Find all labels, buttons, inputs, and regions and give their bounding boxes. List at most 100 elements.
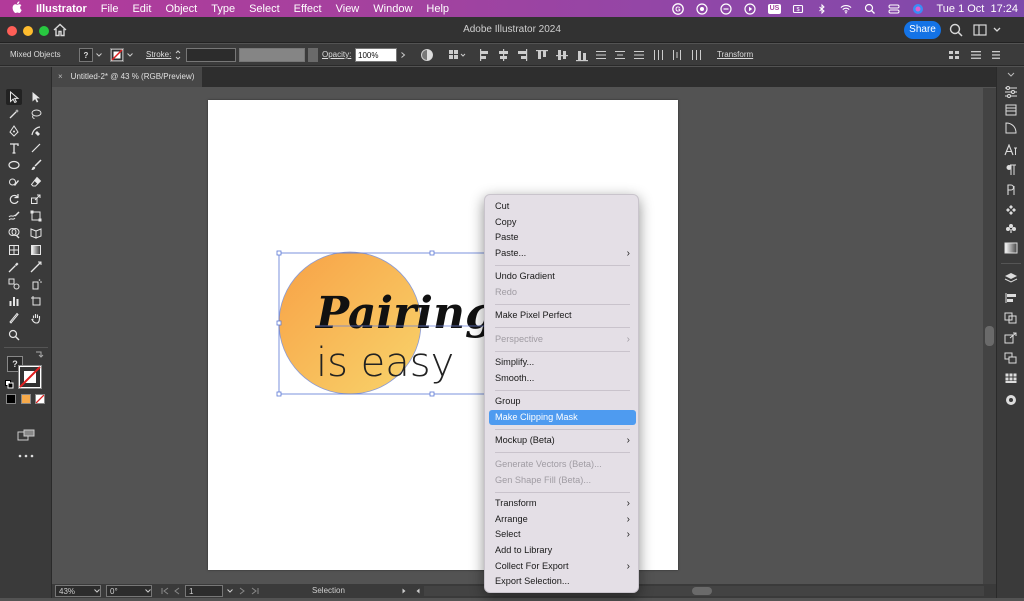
stroke-swatch[interactable] — [110, 48, 124, 62]
artwork-text-pairing[interactable]: Pairing — [314, 288, 496, 339]
rotate-tool-icon[interactable] — [6, 191, 22, 207]
variable-width-profile-field[interactable] — [239, 48, 305, 62]
close-tab-icon[interactable]: × — [58, 72, 63, 81]
mesh-tool-icon[interactable] — [6, 242, 22, 258]
magic-wand-tool-icon[interactable] — [6, 106, 22, 122]
paragraph-panel-icon[interactable] — [1003, 163, 1019, 177]
recolor-artwork-icon[interactable] — [420, 48, 434, 62]
previous-artboard-icon[interactable] — [173, 585, 181, 597]
symbols-panel-icon[interactable] — [1003, 203, 1019, 217]
control-center-icon[interactable] — [888, 3, 900, 15]
perspective-grid-tool-icon[interactable] — [28, 225, 44, 241]
panel-menu-icon[interactable] — [990, 48, 1002, 62]
shape-builder-tool-icon[interactable] — [6, 225, 22, 241]
properties-panel-icon[interactable] — [1003, 85, 1019, 99]
last-artboard-icon[interactable] — [250, 585, 260, 597]
hand-tool-icon[interactable] — [28, 310, 44, 326]
lasso-tool-icon[interactable] — [28, 106, 44, 122]
screen-record-icon[interactable] — [696, 2, 709, 15]
brushes-panel-icon[interactable] — [1003, 221, 1019, 235]
panel-options-icon[interactable] — [970, 48, 982, 62]
context-menu-export-selection[interactable]: Export Selection... — [489, 574, 636, 589]
context-menu-transform[interactable]: Transform › — [489, 496, 636, 511]
pathfinder-panel-icon[interactable] — [1003, 311, 1019, 325]
menu-effect[interactable]: Effect — [287, 3, 329, 15]
color-mode-button[interactable] — [6, 394, 16, 404]
gradient-tool-icon[interactable] — [28, 242, 44, 258]
context-menu-make-clipping-mask[interactable]: Make Clipping Mask — [489, 410, 636, 425]
current-tool-status[interactable]: Selection — [312, 585, 345, 597]
ellipse-tool-icon[interactable] — [6, 157, 22, 173]
menu-window[interactable]: Window — [366, 3, 419, 15]
stroke-weight-stepper[interactable] — [174, 48, 182, 62]
slice-tool-icon[interactable] — [6, 310, 22, 326]
artboard-tool-icon[interactable] — [28, 293, 44, 309]
opacity-menu-chevron-icon[interactable] — [399, 48, 407, 62]
asset-export-icon[interactable] — [1003, 371, 1019, 385]
appearance-panel-icon[interactable] — [1003, 393, 1019, 407]
context-menu-mockup[interactable]: Mockup (Beta) › — [489, 433, 636, 448]
context-menu-smooth[interactable]: Smooth... — [489, 371, 636, 386]
bluetooth-icon[interactable] — [816, 3, 828, 15]
context-menu-paste-submenu[interactable]: Paste... › — [489, 246, 636, 261]
spotlight-search-icon[interactable] — [864, 3, 876, 15]
selection-handle[interactable] — [276, 250, 282, 256]
wifi-icon[interactable] — [840, 3, 852, 15]
menu-select[interactable]: Select — [242, 3, 287, 15]
eyedropper-tool-icon[interactable] — [6, 259, 22, 275]
stroke-dropdown-chevron-icon[interactable] — [126, 48, 134, 62]
play-icon[interactable] — [744, 2, 757, 15]
context-menu-cut[interactable]: Cut — [489, 199, 636, 214]
blend-tool-icon[interactable] — [6, 276, 22, 292]
wallet-icon[interactable]: $ — [792, 3, 804, 15]
fill-dropdown-chevron-icon[interactable] — [95, 48, 103, 62]
document-tab[interactable]: × Untitled-2* @ 43 % (RGB/Preview) — [52, 67, 202, 87]
menubar-clock[interactable]: Tue 1 Oct 17:24 — [936, 3, 1018, 15]
swap-fill-stroke-icon[interactable] — [34, 350, 44, 360]
symbol-sprayer-tool-icon[interactable] — [28, 276, 44, 292]
context-menu-copy[interactable]: Copy — [489, 215, 636, 230]
column-graph-tool-icon[interactable] — [6, 293, 22, 309]
stroke-weight-field[interactable] — [186, 48, 236, 62]
eraser-tool-icon[interactable] — [28, 174, 44, 190]
artboards-panel-icon[interactable] — [1003, 351, 1019, 365]
context-menu-group[interactable]: Group — [489, 394, 636, 409]
dock-collapse-chevron-icon[interactable] — [1003, 71, 1019, 79]
menu-edit[interactable]: Edit — [125, 3, 158, 15]
layers-panel-icon[interactable] — [1003, 271, 1019, 285]
stop-icon[interactable] — [720, 2, 733, 15]
pen-tool-icon[interactable] — [6, 123, 22, 139]
selection-handle[interactable] — [276, 320, 282, 326]
edit-toolbar-more-icon[interactable] — [17, 451, 35, 461]
horizontal-scrollbar-thumb[interactable] — [692, 587, 712, 595]
selection-handle[interactable] — [276, 391, 282, 397]
zoom-dropdown-chevron-icon[interactable] — [93, 585, 101, 597]
next-artboard-icon[interactable] — [238, 585, 246, 597]
context-menu-select[interactable]: Select › — [489, 527, 636, 542]
isolate-group-icon[interactable] — [948, 48, 960, 62]
direct-selection-tool-icon[interactable] — [28, 89, 44, 105]
shaper-tool-icon[interactable] — [6, 174, 22, 190]
drawing-mode-icon[interactable] — [16, 428, 36, 442]
character-panel-icon[interactable] — [1003, 143, 1019, 157]
scale-tool-icon[interactable] — [28, 191, 44, 207]
stroke-color-none-swatch[interactable] — [18, 365, 42, 389]
none-mode-button[interactable] — [35, 394, 45, 404]
line-segment-tool-icon[interactable] — [28, 140, 44, 156]
arrange-documents-icon[interactable] — [972, 22, 988, 38]
context-menu-arrange[interactable]: Arrange › — [489, 512, 636, 527]
context-menu-undo-gradient[interactable]: Undo Gradient — [489, 269, 636, 284]
grammarly-icon[interactable]: G — [672, 2, 685, 15]
layers-stack-icon[interactable] — [1003, 103, 1019, 117]
context-menu-make-pixel-perfect[interactable]: Make Pixel Perfect — [489, 308, 636, 323]
menu-type[interactable]: Type — [204, 3, 242, 15]
menu-help[interactable]: Help — [419, 3, 456, 15]
artboard-number-field[interactable]: 1 — [185, 585, 223, 597]
context-menu-paste[interactable]: Paste — [489, 230, 636, 245]
transform-panel-link[interactable]: Transform — [717, 48, 753, 62]
menu-app-illustrator[interactable]: Illustrator — [29, 3, 94, 15]
libraries-icon[interactable] — [1003, 121, 1019, 135]
first-artboard-icon[interactable] — [160, 585, 170, 597]
menu-object[interactable]: Object — [158, 3, 204, 15]
align-panel-icon[interactable] — [1003, 291, 1019, 305]
